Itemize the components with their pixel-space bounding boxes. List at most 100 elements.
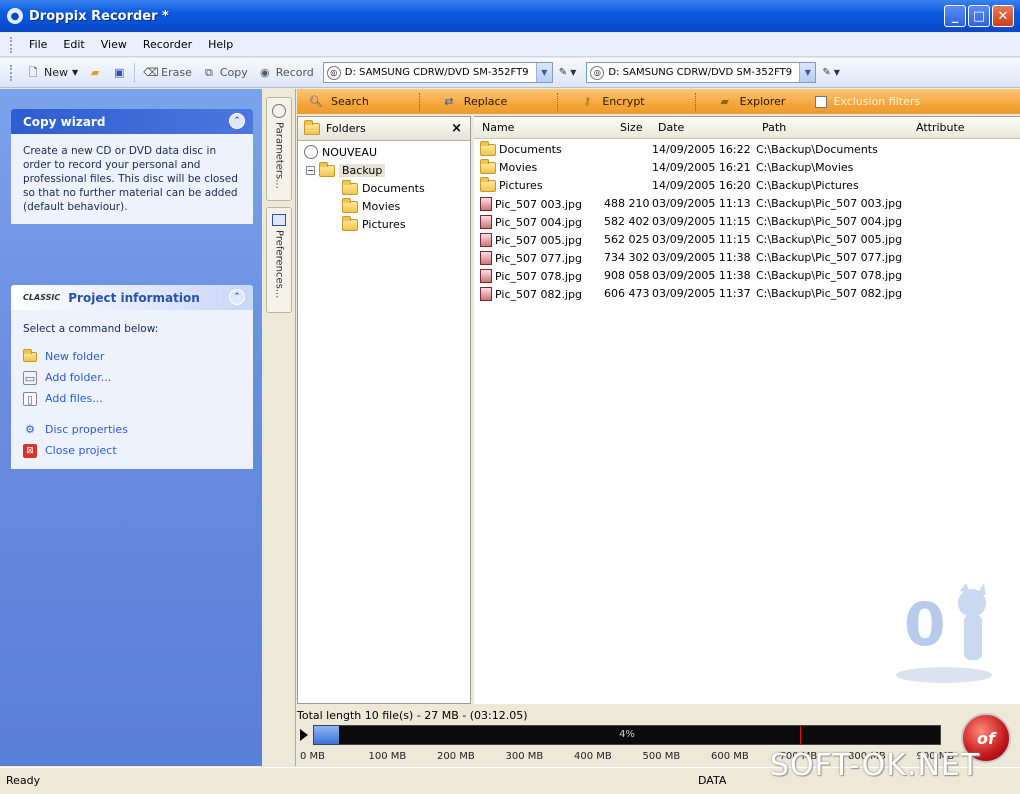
cell-path: C:\Backup\Pic_507 003.jpg bbox=[756, 197, 903, 210]
add-files-link[interactable]: ▯ Add files... bbox=[23, 388, 241, 409]
copy-icon: ⧉ bbox=[204, 65, 213, 79]
table-row[interactable]: Pic_507 003.jpg 488 210 03/09/2005 11:13 C:… bbox=[474, 195, 1020, 213]
erase-button[interactable]: ⌫ Erase bbox=[138, 66, 197, 80]
table-row[interactable]: Pic_507 078.jpg 908 058 03/09/2005 11:38 C:… bbox=[474, 267, 1020, 285]
new-folder-link[interactable]: New folder bbox=[23, 346, 241, 367]
file-list-header: Name Size Date Path Attribute bbox=[474, 117, 1020, 139]
scale-label: 0 MB bbox=[300, 751, 326, 762]
cell-name: Pic_507 003.jpg bbox=[480, 197, 582, 211]
tab-parameters[interactable]: Parameters... bbox=[266, 97, 292, 201]
target-drive-value: D: SAMSUNG CDRW/DVD SM-352FT9 bbox=[608, 67, 793, 78]
tree-item-pictures[interactable]: Pictures bbox=[342, 215, 406, 231]
file-name: Pic_507 077.jpg bbox=[495, 251, 583, 265]
search-icon: 🔍︎ bbox=[309, 94, 323, 108]
save-button[interactable]: ▣ bbox=[107, 66, 131, 80]
table-row[interactable]: Pic_507 005.jpg 562 025 03/09/2005 11:15 C:… bbox=[474, 231, 1020, 249]
cell-date: 03/09/2005 11:37 bbox=[652, 287, 751, 300]
app-icon[interactable]: ● bbox=[7, 8, 23, 24]
table-row[interactable]: Pictures 14/09/2005 16:20 C:\Backup\Pictur… bbox=[474, 176, 1020, 195]
exclusion-filters-toggle[interactable]: Exclusion filters bbox=[815, 95, 920, 108]
play-icon[interactable] bbox=[300, 729, 308, 741]
tree-item-backup[interactable]: − Backup bbox=[306, 161, 386, 177]
file-name: Pic_507 082.jpg bbox=[495, 287, 583, 301]
image-file-icon bbox=[480, 197, 492, 211]
table-row[interactable]: Pic_507 082.jpg 606 473 03/09/2005 11:37 C:… bbox=[474, 285, 1020, 303]
scale-label: 200 MB bbox=[437, 751, 475, 762]
table-row[interactable]: Documents 14/09/2005 16:22 C:\Backup\Docum… bbox=[474, 140, 1020, 159]
tree-item-movies[interactable]: Movies bbox=[342, 197, 400, 213]
search-button[interactable]: 🔍︎ Search bbox=[297, 95, 369, 109]
column-name[interactable]: Name bbox=[482, 121, 514, 134]
add-folder-link[interactable]: ▭ Add folder... bbox=[23, 367, 241, 388]
app-window: ● Droppix Recorder * _ □ ✕ File Edit Vie… bbox=[0, 0, 1020, 794]
cell-name: Pictures bbox=[480, 176, 543, 192]
target-drive-select[interactable]: ◎ D: SAMSUNG CDRW/DVD SM-352FT9 ▼ bbox=[586, 62, 817, 83]
project-info-box: CLASSIC Project information ⌃ Select a c… bbox=[11, 285, 253, 469]
status-ready: Ready bbox=[6, 774, 41, 787]
project-info-header[interactable]: CLASSIC Project information ⌃ bbox=[11, 285, 253, 310]
erase-icon: ⌫ bbox=[143, 65, 159, 79]
source-drive-select[interactable]: ◎ D: SAMSUNG CDRW/DVD SM-352FT9 ▼ bbox=[322, 62, 553, 83]
tab-preferences[interactable]: Preferences... bbox=[266, 207, 292, 313]
chevron-down-icon[interactable]: ▼ bbox=[535, 63, 552, 82]
capacity-bar[interactable]: 4% bbox=[313, 725, 941, 745]
column-date[interactable]: Date bbox=[658, 121, 684, 134]
explorer-button[interactable]: ▰ Explorer bbox=[706, 95, 785, 109]
open-folder-icon: ▰ bbox=[90, 65, 100, 79]
column-size[interactable]: Size bbox=[620, 121, 643, 134]
menu-recorder[interactable]: Recorder bbox=[135, 38, 200, 51]
toolbar-grip[interactable] bbox=[10, 64, 13, 81]
menu-view[interactable]: View bbox=[93, 38, 135, 51]
cell-path: C:\Backup\Pic_507 078.jpg bbox=[756, 269, 903, 282]
scale-label: 600 MB bbox=[711, 751, 749, 762]
menu-help[interactable]: Help bbox=[200, 38, 241, 51]
copy-label: Copy bbox=[219, 66, 248, 79]
new-dropdown-arrow-icon[interactable]: ▼ bbox=[72, 68, 78, 77]
tree-item-documents[interactable]: Documents bbox=[342, 179, 425, 195]
open-button[interactable]: ▰ bbox=[83, 66, 107, 80]
action-separator bbox=[694, 92, 696, 111]
title-bar[interactable]: ● Droppix Recorder * _ □ ✕ bbox=[0, 0, 1020, 32]
side-tabs: Parameters... Preferences... bbox=[262, 89, 296, 766]
task-panel: Copy wizard ⌃ Create a new CD or DVD dat… bbox=[0, 89, 262, 766]
chevron-down-icon[interactable]: ▼ bbox=[799, 63, 816, 82]
close-button[interactable]: ✕ bbox=[992, 5, 1014, 27]
table-row[interactable]: Movies 14/09/2005 16:21 C:\Backup\Movies bbox=[474, 158, 1020, 177]
file-name: Pic_507 078.jpg bbox=[495, 269, 583, 283]
encrypt-button[interactable]: ⚷ Encrypt bbox=[568, 95, 644, 109]
table-row[interactable]: Pic_507 077.jpg 734 302 03/09/2005 11:38 C:… bbox=[474, 249, 1020, 267]
new-button[interactable]: 🗋 New ▼ bbox=[21, 66, 83, 80]
file-list: Name Size Date Path Attribute Documents 1… bbox=[474, 116, 1020, 704]
column-path[interactable]: Path bbox=[762, 121, 786, 134]
file-name: Pic_507 005.jpg bbox=[495, 233, 583, 247]
collapse-icon[interactable]: ⌃ bbox=[229, 113, 245, 129]
cell-size: 562 025 bbox=[604, 233, 650, 246]
tree-root[interactable]: NOUVEAU bbox=[304, 145, 377, 159]
exclusion-checkbox[interactable] bbox=[815, 95, 828, 108]
image-file-icon bbox=[480, 251, 492, 265]
cell-size: 908 058 bbox=[604, 269, 650, 282]
record-button[interactable]: ◉ Record bbox=[253, 66, 319, 80]
menu-file[interactable]: File bbox=[21, 38, 55, 51]
exclusion-label: Exclusion filters bbox=[833, 95, 921, 108]
copy-wizard-header[interactable]: Copy wizard ⌃ bbox=[11, 109, 253, 134]
column-attribute[interactable]: Attribute bbox=[916, 121, 965, 134]
replace-button[interactable]: ⇄ Replace bbox=[430, 95, 507, 109]
collapse-tree-icon[interactable]: − bbox=[306, 166, 315, 175]
close-icon[interactable]: × bbox=[451, 121, 462, 136]
menu-edit[interactable]: Edit bbox=[55, 38, 92, 51]
minimize-button[interactable]: _ bbox=[944, 5, 966, 27]
disc-properties-link[interactable]: ⚙ Disc properties bbox=[23, 419, 241, 440]
menu-grip[interactable] bbox=[10, 36, 13, 53]
record-label: Record bbox=[275, 66, 314, 79]
table-row[interactable]: Pic_507 004.jpg 582 402 03/09/2005 11:15 C:… bbox=[474, 213, 1020, 231]
collapse-icon[interactable]: ⌃ bbox=[229, 289, 245, 305]
drive-options-button[interactable]: ✎ ▼ bbox=[553, 67, 583, 78]
scale-label: 100 MB bbox=[368, 751, 407, 762]
cell-date: 03/09/2005 11:38 bbox=[652, 269, 751, 282]
maximize-button[interactable]: □ bbox=[968, 5, 990, 27]
copy-button[interactable]: ⧉ Copy bbox=[197, 66, 253, 80]
encrypt-label: Encrypt bbox=[602, 95, 645, 108]
close-project-link[interactable]: ⊠ Close project bbox=[23, 440, 241, 461]
target-options-button[interactable]: ✎ ▼ bbox=[816, 67, 846, 78]
